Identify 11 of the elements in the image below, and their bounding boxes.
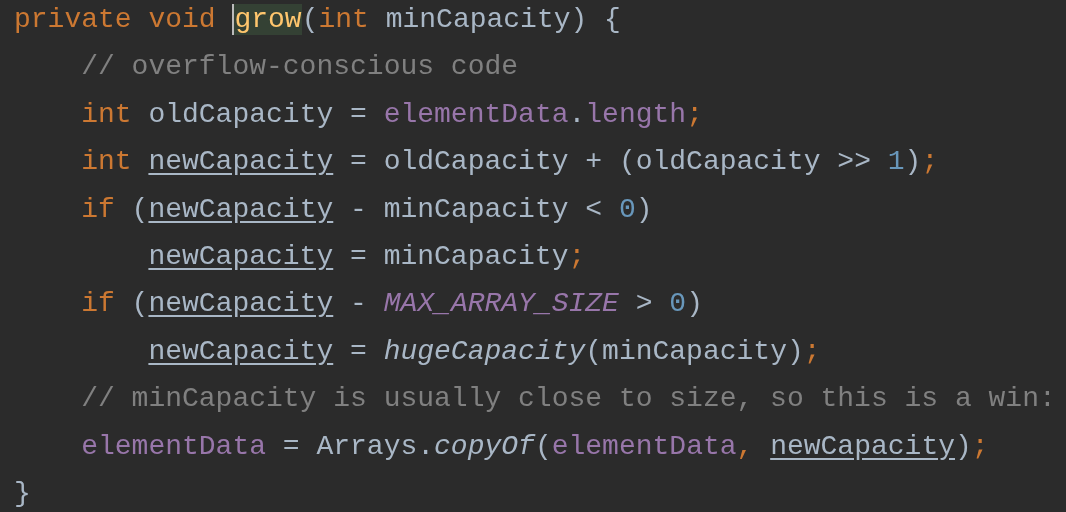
code-line: if (newCapacity - MAX_ARRAY_SIZE > 0) <box>81 287 703 322</box>
code-line: int oldCapacity = elementData.length; <box>81 97 703 132</box>
code-line: int newCapacity = oldCapacity + (oldCapacity >> 1); <box>81 145 939 180</box>
code-line: } <box>14 476 31 511</box>
code-line: newCapacity = hugeCapacity(minCapacity); <box>148 334 821 369</box>
code-line: // minCapacity is usually close to size, so this is a win: <box>81 382 1056 417</box>
code-line: elementData = Arrays.copyOf(elementData, newCapacity); <box>81 429 989 464</box>
code-line: if (newCapacity - minCapacity < 0) <box>81 192 653 227</box>
code-line: newCapacity = minCapacity; <box>148 239 586 274</box>
code-line: private void grow(int minCapacity) { <box>14 3 621 37</box>
code-line: // overflow-conscious code <box>81 50 519 85</box>
